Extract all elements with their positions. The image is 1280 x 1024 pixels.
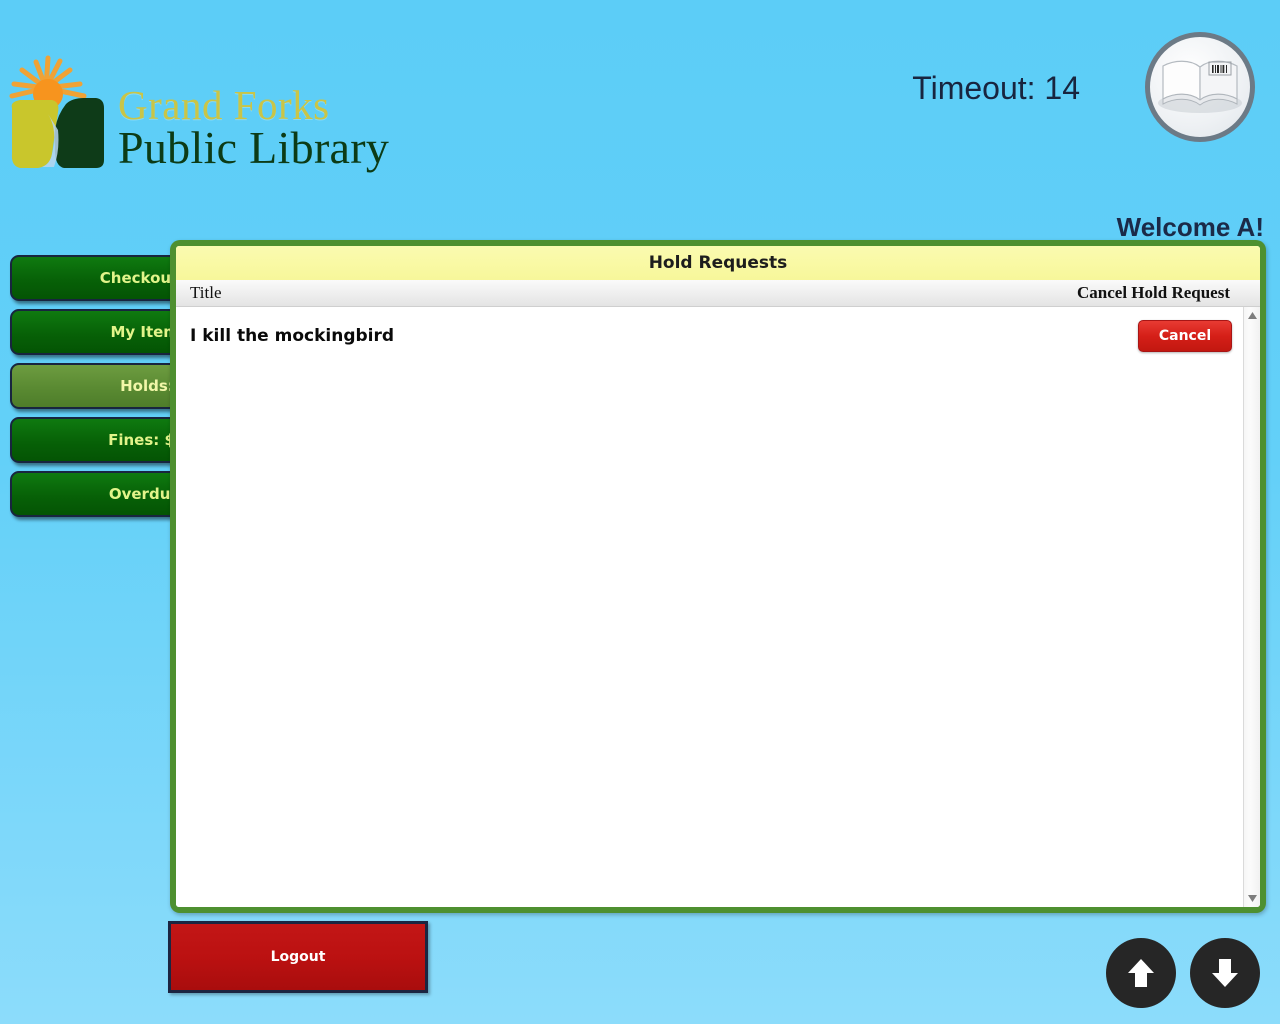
hold-requests-list: I kill the mockingbird Cancel — [176, 307, 1260, 907]
logout-button[interactable]: Logout — [168, 921, 428, 993]
timeout-label: Timeout: 14 — [912, 70, 1080, 106]
scroll-controls — [1106, 938, 1260, 1008]
cancel-hold-button[interactable]: Cancel — [1138, 320, 1232, 352]
welcome-message: Welcome A! — [1116, 212, 1264, 242]
hold-requests-panel-inner: Hold Requests Title Cancel Hold Request … — [176, 246, 1260, 907]
scrollbar-down-arrow-icon[interactable] — [1244, 890, 1260, 907]
scrollbar-track[interactable] — [1244, 324, 1260, 890]
logo-line-2: Public Library — [118, 122, 390, 173]
arrow-up-icon — [1128, 959, 1154, 987]
logo-shape-right — [54, 98, 104, 168]
hold-item-title: I kill the mockingbird — [190, 326, 395, 346]
library-logo-mark — [8, 50, 116, 175]
column-header-cancel: Cancel Hold Request — [1077, 283, 1230, 302]
hold-requests-panel: Hold Requests Title Cancel Hold Request … — [170, 240, 1266, 913]
scrollbar-up-arrow-icon[interactable] — [1244, 307, 1260, 324]
column-header-title: Title — [190, 283, 222, 302]
logo-line-1: Grand Forks — [118, 81, 330, 128]
scroll-down-button[interactable] — [1190, 938, 1260, 1008]
table-row: I kill the mockingbird Cancel — [176, 307, 1260, 365]
arrow-down-icon — [1212, 959, 1238, 987]
open-book-icon — [1145, 32, 1255, 142]
panel-title: Hold Requests — [176, 246, 1260, 280]
vertical-scrollbar[interactable] — [1243, 307, 1260, 907]
page-header: Grand Forks Public Library Timeout: 14 W… — [0, 0, 1280, 242]
table-header-row: Title Cancel Hold Request — [176, 280, 1260, 307]
library-logo: Grand Forks Public Library — [8, 50, 389, 175]
library-logo-text: Grand Forks Public Library — [118, 81, 390, 173]
scroll-up-button[interactable] — [1106, 938, 1176, 1008]
